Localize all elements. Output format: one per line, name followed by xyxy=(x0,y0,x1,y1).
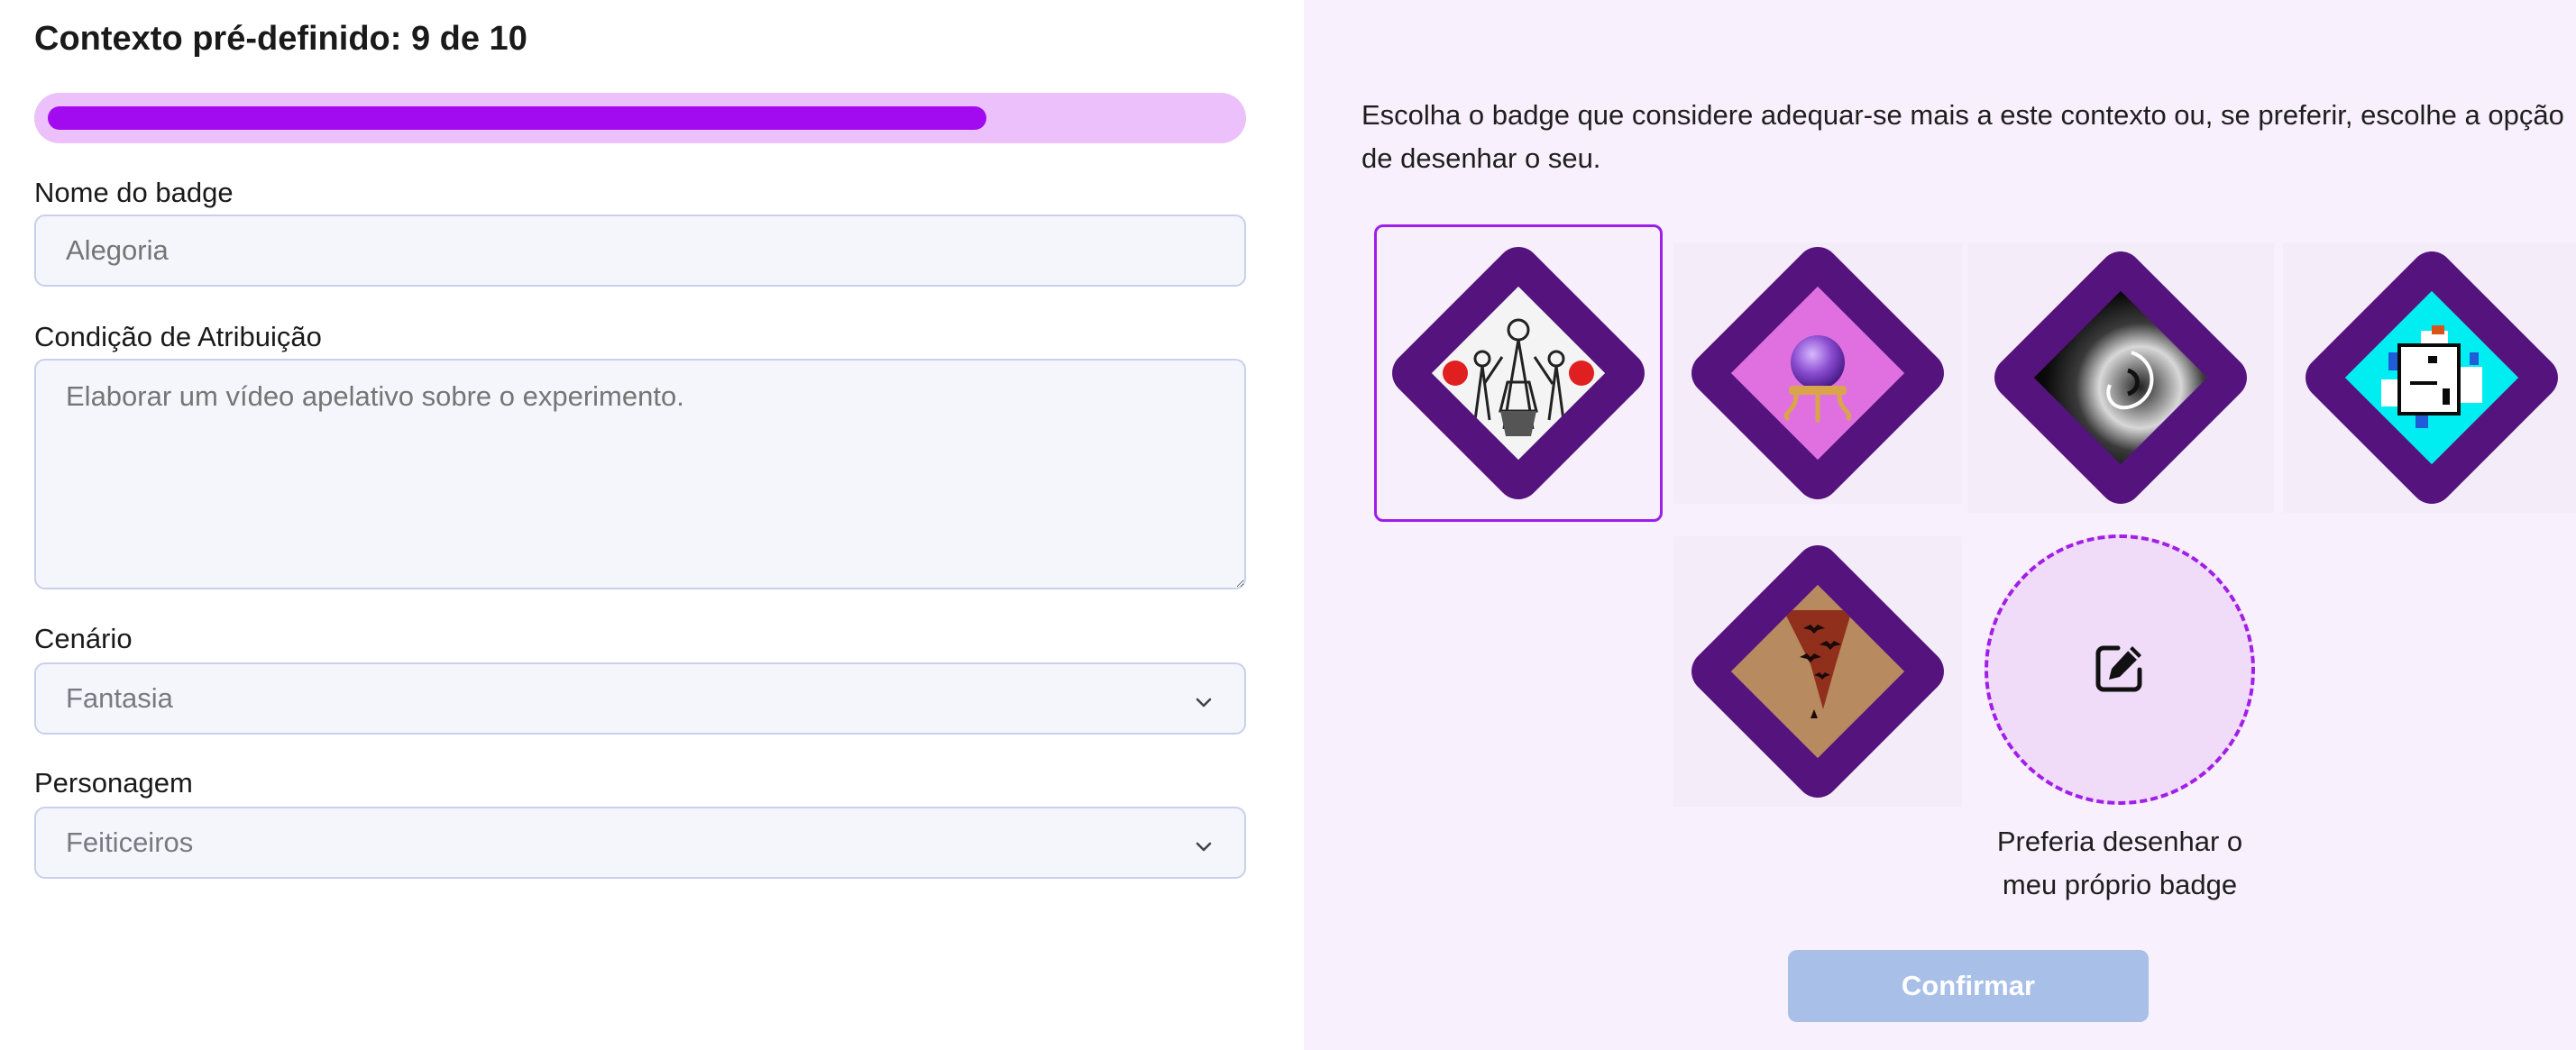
progress-bar-fill xyxy=(48,106,986,130)
chevron-down-icon xyxy=(1193,688,1215,709)
draw-own-badge-caption: Preferia desenhar o meu próprio badge xyxy=(1996,826,2243,900)
page-title: Contexto pré-definido: 9 de 10 xyxy=(34,20,527,58)
character-select-value: Feiticeiros xyxy=(66,826,194,858)
character-label: Personagem xyxy=(34,767,193,799)
progress-bar xyxy=(34,93,1246,143)
badge-option-4[interactable] xyxy=(2283,242,2576,513)
badge-option-2[interactable] xyxy=(1673,238,1962,508)
scenario-select[interactable]: Fantasia xyxy=(34,662,1246,735)
badge-dark-swirl xyxy=(1985,242,2256,513)
scenario-label: Cenário xyxy=(34,623,133,654)
badge-bats-landscape xyxy=(1682,536,1953,807)
badge-allegory-figures xyxy=(1383,238,1654,508)
badge-option-1[interactable] xyxy=(1374,224,1663,522)
context-form-panel: Contexto pré-definido: 9 de 10 Nome do b… xyxy=(0,0,1304,1050)
badge-pixel-creature xyxy=(2296,242,2567,513)
chevron-down-icon xyxy=(1193,832,1215,854)
condition-label: Condição de Atribuição xyxy=(34,321,322,352)
condition-textarea[interactable] xyxy=(34,359,1246,589)
badge-option-3[interactable] xyxy=(1967,242,2274,513)
badge-instructions: Escolha o badge que considere adequar-se… xyxy=(1361,99,2564,174)
badge-crystal-ball xyxy=(1682,238,1953,508)
badge-picker-panel: Escolha o badge que considere adequar-se… xyxy=(1304,0,2576,1050)
confirm-button[interactable]: Confirmar xyxy=(1788,950,2149,1022)
page: Contexto pré-definido: 9 de 10 Nome do b… xyxy=(0,0,2576,1050)
badge-option-5[interactable] xyxy=(1673,536,1962,807)
character-select[interactable]: Feiticeiros xyxy=(34,807,1246,879)
scenario-select-value: Fantasia xyxy=(66,682,173,714)
badge-name-label: Nome do badge xyxy=(34,177,234,208)
draw-own-badge-button[interactable] xyxy=(1985,534,2255,805)
badge-name-input[interactable] xyxy=(34,215,1246,287)
edit-icon xyxy=(2091,639,2149,701)
